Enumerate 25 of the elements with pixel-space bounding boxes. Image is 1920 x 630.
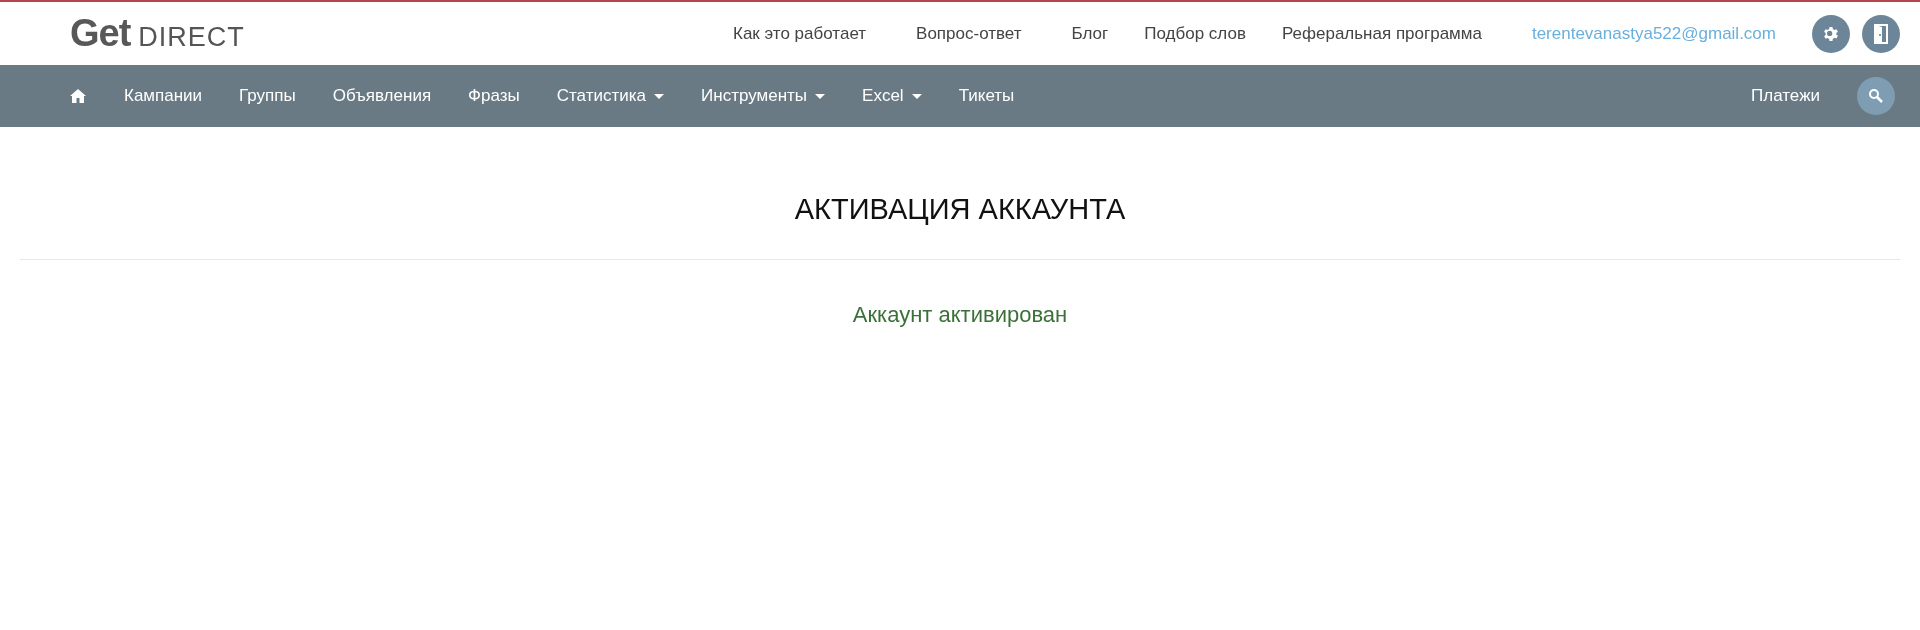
top-link[interactable]: Блог [1071,23,1109,44]
nav-item[interactable]: Тикеты [958,86,1015,106]
user-email-link[interactable]: terentevanastya522@gmail.com [1531,23,1776,44]
nav-item[interactable]: Фразы [468,86,520,106]
top-link[interactable]: Вопрос-ответ [916,23,1022,44]
top-link[interactable]: Как это работает [733,23,867,44]
nav-item[interactable]: Объявления [332,86,432,106]
page-title: АКТИВАЦИЯ АККАУНТА [793,192,1127,227]
payments-link[interactable]: Платежи [1751,86,1820,106]
door-icon [1873,23,1889,44]
nav-item[interactable]: Инструменты [701,86,826,106]
top-link[interactable]: Реферальная программа [1281,23,1482,44]
nav-item[interactable]: Статистика [556,86,665,106]
top-link[interactable]: Подбор слов [1144,23,1246,44]
settings-icon [1822,24,1840,43]
nav-item[interactable]: Excel [862,86,922,106]
nav-item[interactable]: Группы [239,86,296,106]
search-button[interactable] [1857,77,1895,115]
logout-button[interactable] [1862,14,1900,53]
settings-button[interactable] [1812,14,1850,53]
success-message: Аккаунт активирован [851,302,1069,328]
logo[interactable]: Get DIRECT [70,12,245,55]
search-icon [1868,88,1884,104]
nav-item[interactable]: Кампании [124,86,203,106]
home-icon[interactable] [69,88,87,104]
